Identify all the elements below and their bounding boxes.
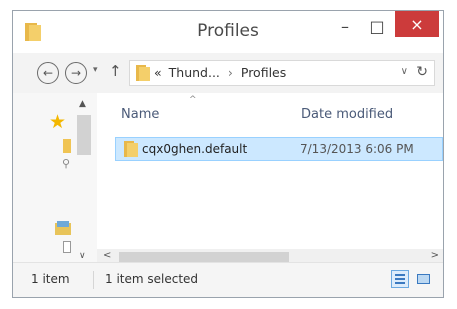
file-list[interactable]: ^ Name Date modified cqx0ghen.default 7/… [97,93,443,265]
downloads-icon[interactable]: ⚲ [62,157,70,170]
forward-button[interactable]: → [65,62,87,84]
selection-status: 1 item selected [105,272,199,286]
large-icons-view-icon[interactable] [415,270,433,288]
libraries-icon[interactable] [55,221,71,235]
scroll-down-icon[interactable]: ∨ [79,251,86,261]
breadcrumb-separator-icon[interactable]: › [228,65,233,80]
maximize-button[interactable]: □ [361,11,393,41]
sort-indicator-icon: ^ [189,95,197,105]
scroll-up-icon[interactable]: ▲ [79,99,86,109]
chevron-down-icon[interactable]: ∨ [401,66,408,77]
back-button[interactable]: ← [37,62,59,84]
star-icon[interactable]: ★ [49,111,66,133]
breadcrumb-item[interactable]: Profiles [241,65,286,80]
file-name: cqx0ghen.default [142,142,248,156]
document-icon[interactable] [63,241,71,253]
close-button[interactable]: × [395,11,439,37]
breadcrumb: « Thund... › Profiles [154,65,286,80]
title-bar[interactable]: Profiles – □ × [13,11,443,53]
folder-icon[interactable] [63,139,71,153]
list-item[interactable]: cqx0ghen.default 7/13/2013 6:06 PM [115,137,443,161]
refresh-button[interactable]: ↻ [416,64,428,80]
column-header-date-modified[interactable]: Date modified [301,107,393,122]
details-view-icon[interactable] [391,270,409,288]
recent-locations-button[interactable]: ▾ [93,65,98,75]
scroll-left-icon[interactable]: < [103,250,111,261]
address-input[interactable]: « Thund... › Profiles ∨ ↻ [129,60,435,86]
explorer-window: Profiles – □ × ← → ▾ ↑ « Thund... › Prof… [12,10,444,298]
column-header-name[interactable]: Name [121,107,159,122]
up-button[interactable]: ↑ [109,62,122,80]
item-count: 1 item [31,272,70,286]
minimize-button[interactable]: – [329,11,361,41]
file-date-modified: 7/13/2013 6:06 PM [300,142,414,156]
breadcrumb-item[interactable]: Thund... [169,65,220,80]
nav-scrollbar-thumb[interactable] [77,115,91,155]
status-bar: 1 item 1 item selected [13,262,443,297]
scroll-right-icon[interactable]: > [431,250,439,261]
address-bar: ← → ▾ ↑ « Thund... › Profiles ∨ ↻ [13,53,443,93]
folder-icon [136,65,150,81]
horizontal-scrollbar-thumb[interactable] [119,252,289,262]
breadcrumb-overflow[interactable]: « [154,65,162,80]
navigation-pane[interactable]: ▲ ★ ⚲ ∨ [13,93,97,265]
folder-icon [124,141,138,157]
status-divider [93,271,94,289]
